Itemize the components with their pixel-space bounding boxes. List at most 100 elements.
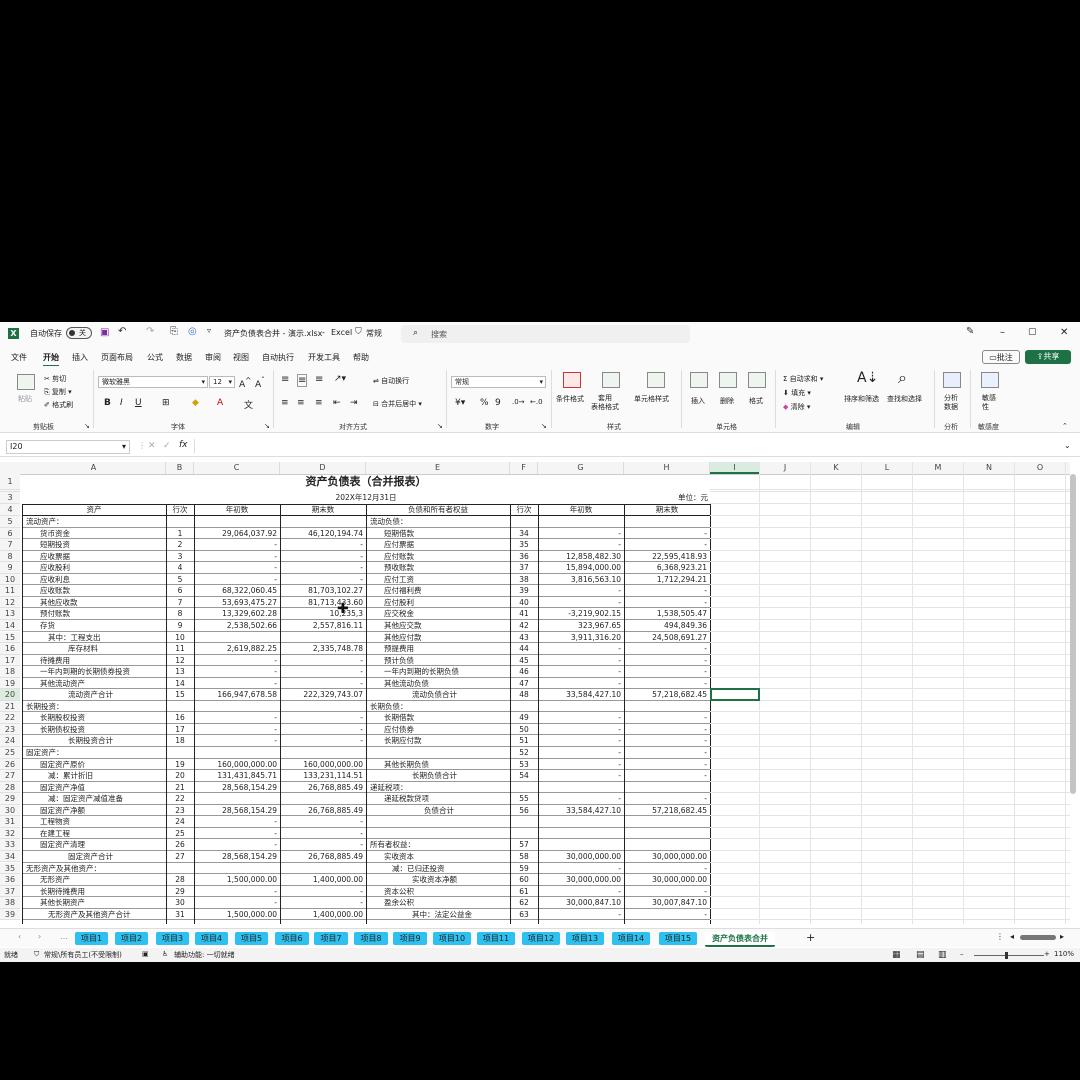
align-bottom-icon[interactable]: ≡ [315,374,323,385]
row-header-16[interactable]: 16 [0,643,20,655]
align-top-icon[interactable]: ≡ [281,374,289,385]
vertical-scrollbar[interactable] [1070,474,1076,794]
undo-icon[interactable]: ↶ [118,326,126,337]
paste-icon[interactable] [17,374,35,390]
find-icon[interactable]: ⌕ [898,368,907,388]
page-layout-view-icon[interactable]: ▤ [916,950,925,960]
grow-font-icon[interactable]: A^ [239,376,251,390]
row-header-4[interactable]: 4 [0,504,20,516]
align-middle-icon[interactable]: ≡ [297,374,308,387]
menu-page-layout[interactable]: 页面布局 [101,352,133,363]
sort-filter-label[interactable]: 排序和筛选 [844,394,879,404]
delete-cells-label[interactable]: 删除 [720,396,734,406]
report-date[interactable]: 202X年12月31日 [22,492,710,504]
bold-icon[interactable]: B [104,398,111,408]
insert-cells-label[interactable]: 插入 [691,396,705,406]
menu-home[interactable]: 开始 [43,352,59,367]
add-sheet-icon[interactable]: + [806,931,815,944]
accessibility-status[interactable]: 辅助功能: 一切就绪 [174,950,235,960]
sheet-tab-project-5[interactable]: 项目5 [235,932,268,945]
share-button[interactable]: ⇪共享 [1025,350,1071,364]
menu-automate[interactable]: 自动执行 [262,352,294,363]
row-header-13[interactable]: 13 [0,608,20,620]
refresh-icon[interactable]: ◎ [188,326,197,337]
shrink-font-icon[interactable]: Aˇ [255,376,265,390]
formula-menu-icon[interactable]: ⋮ [138,441,146,450]
sheet-tab-project-10[interactable]: 项目10 [433,932,471,945]
sheet-tab-balance-consolidated[interactable]: 资产负债表合并 [705,932,775,947]
comment-button[interactable]: ▭批注 [982,350,1020,364]
phonetic-icon[interactable]: 文 [244,398,253,411]
align-left-icon[interactable]: ≡ [281,398,289,408]
italic-icon[interactable]: I [120,398,123,408]
redo-icon[interactable]: ↷ [146,326,154,337]
menu-formulas[interactable]: 公式 [147,352,163,363]
menu-help[interactable]: 帮助 [353,352,369,363]
normal-view-icon[interactable]: ▦ [892,950,901,960]
row-header-11[interactable]: 11 [0,585,20,597]
conditional-format-label[interactable]: 条件格式 [556,394,584,404]
row-header-23[interactable]: 23 [0,723,20,736]
sheet-tab-project-3[interactable]: 项目3 [156,932,189,945]
sensitivity-label[interactable]: 常规 [366,328,382,339]
row-header-15[interactable]: 15 [0,631,20,644]
menu-view[interactable]: 视图 [233,352,249,363]
row-header-37[interactable]: 37 [0,885,20,898]
accounting-icon[interactable]: ¥▾ [455,398,465,408]
find-select-label[interactable]: 查找和选择 [887,394,922,404]
menu-file[interactable]: 文件 [11,352,27,363]
format-painter-button[interactable]: ✐ 格式刷 [44,400,73,410]
font-color-icon[interactable]: A [217,398,223,408]
zoom-slider[interactable] [974,955,1044,956]
align-center-icon[interactable]: ≡ [297,398,305,408]
row-header-10[interactable]: 10 [0,573,20,586]
conditional-format-icon[interactable] [563,372,581,388]
row-header-12[interactable]: 12 [0,596,20,609]
fill-color-icon[interactable]: ◆ [192,398,199,408]
expand-formula-icon[interactable]: ⌄ [1064,441,1071,450]
row-header-3[interactable]: 3 [0,492,20,504]
sheet-tab-project-9[interactable]: 项目9 [393,932,427,945]
minimize-button[interactable]: – [1000,327,1005,338]
sheet-tab-project-6[interactable]: 项目6 [275,932,309,945]
customize-icon[interactable]: ▿ [207,326,211,335]
zoom-slider-thumb[interactable] [1005,952,1008,959]
copy-button[interactable]: ⎘ 复制 ▾ [44,387,72,397]
sheet-tab-project-14[interactable]: 项目14 [612,932,650,945]
save-icon[interactable]: ▣ [100,327,109,338]
wrap-text-button[interactable]: ⇌ 自动换行 [373,376,409,386]
row-header-30[interactable]: 30 [0,804,20,817]
selected-cell-i20[interactable] [710,688,760,701]
row-header-39[interactable]: 39 [0,908,20,921]
row-header-28[interactable]: 28 [0,781,20,794]
analyze-data-label[interactable]: 分析 数据 [944,394,958,412]
menu-developer[interactable]: 开发工具 [308,352,340,363]
row-header-6[interactable]: 6 [0,527,20,540]
row-header-32[interactable]: 32 [0,827,20,840]
format-cells-icon[interactable] [748,372,766,388]
table-format-label[interactable]: 套用 表格格式 [591,394,619,412]
table-format-icon[interactable] [602,372,620,388]
align-right-icon[interactable]: ≡ [315,398,323,408]
row-header-25[interactable]: 25 [0,747,20,759]
row-header-22[interactable]: 22 [0,712,20,724]
tab-options-icon[interactable]: ⋮ [996,932,1004,941]
sheet-tab-project-2[interactable]: 项目2 [115,932,148,945]
orientation-icon[interactable]: ↗▾ [334,374,346,384]
row-header-17[interactable]: 17 [0,654,20,667]
decrease-decimal-icon[interactable]: ←.0 [530,398,543,406]
font-size-combo[interactable]: 12 ▾ [209,376,235,388]
number-launcher-icon[interactable]: ↘ [541,422,547,430]
row-header-9[interactable]: 9 [0,562,20,574]
row-header-36[interactable]: 36 [0,874,20,886]
fill-button[interactable]: ⬇ 填充 ▾ [783,388,811,398]
row-header-5[interactable]: 5 [0,516,20,528]
row-header-1[interactable]: 1 [0,474,20,490]
formula-input[interactable] [194,439,1065,453]
row-header-34[interactable]: 34 [0,850,20,863]
unit-label[interactable]: 单位：元 [624,492,708,504]
new-file-icon[interactable]: ⎘ [170,326,178,337]
sensitivity-status[interactable]: 常规\所有员工(不受限制) [44,950,122,960]
sheet-tab-project-15[interactable]: 项目15 [659,932,697,945]
analyze-data-icon[interactable] [943,372,961,388]
